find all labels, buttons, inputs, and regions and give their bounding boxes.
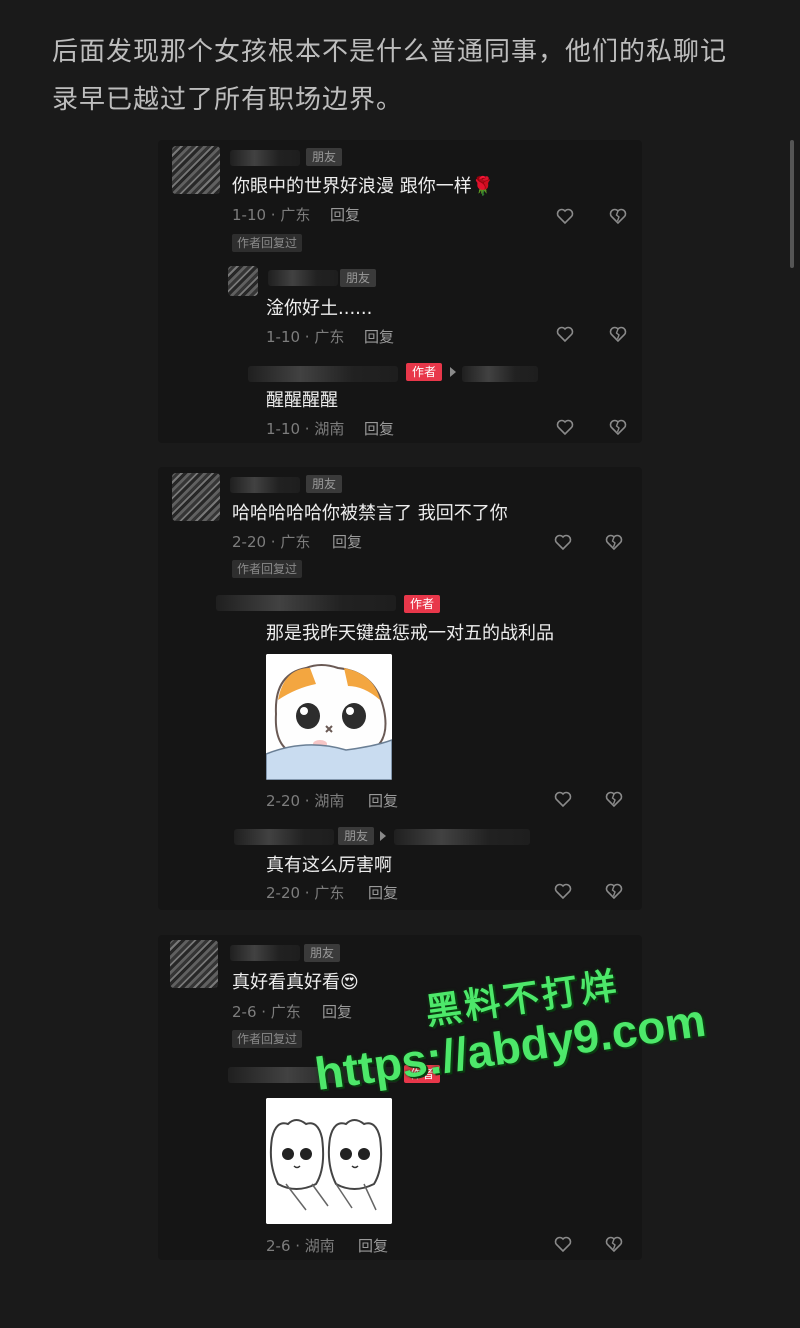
author-replied-badge: 作者回复过: [232, 560, 303, 578]
avatar[interactable]: [228, 266, 258, 296]
heart-icon[interactable]: [553, 1234, 573, 1254]
comment-text: 真好看真好看😍: [232, 972, 359, 993]
heart-icon[interactable]: [553, 789, 573, 809]
friend-tag: 朋友: [340, 269, 377, 287]
reply-text: 那是我昨天键盘惩戒一对五的战利品: [266, 623, 554, 644]
reply-text: 真有这么厉害啊: [266, 855, 392, 876]
intro-text: 后面发现那个女孩根本不是什么普通同事，他们的私聊记录早已越过了所有职场边界。: [52, 37, 728, 115]
friend-tag: 朋友: [306, 475, 343, 493]
sticker-image[interactable]: [266, 654, 392, 780]
heart-icon[interactable]: [555, 417, 575, 437]
username-blurred[interactable]: [234, 829, 334, 845]
broken-heart-icon[interactable]: [604, 881, 624, 901]
reply-button[interactable]: 回复: [364, 418, 394, 439]
username-blurred[interactable]: [230, 477, 300, 493]
reply-meta: 2-6 · 湖南: [266, 1237, 335, 1255]
username-blurred[interactable]: [268, 270, 338, 286]
heart-icon[interactable]: [555, 324, 575, 344]
heart-icon[interactable]: [553, 881, 573, 901]
reply-text: 淦你好土......: [266, 298, 373, 319]
play-arrow-icon: [450, 367, 456, 377]
reply-button[interactable]: 回复: [368, 790, 398, 811]
reply-button[interactable]: 回复: [368, 882, 398, 903]
username-blurred[interactable]: [216, 595, 396, 611]
author-replied-badge: 作者回复过: [232, 1030, 303, 1048]
comment-text: 你眼中的世界好浪漫 跟你一样🌹: [232, 176, 495, 197]
broken-heart-icon[interactable]: [604, 1234, 624, 1254]
reply-meta: 2-20 · 湖南: [266, 792, 345, 810]
avatar[interactable]: [172, 473, 220, 521]
comment-meta: 1-10 · 广东: [232, 206, 311, 224]
username-blurred[interactable]: [248, 366, 398, 382]
reply-meta: 1-10 · 广东: [266, 328, 345, 346]
comment-thread: 朋友 真好看真好看😍 2-6 · 广东 回复 作者回复过 作者 2-6 · 湖南…: [158, 935, 642, 1260]
author-tag: 作者: [404, 595, 441, 613]
reply-button[interactable]: 回复: [364, 326, 394, 347]
comment-card: 朋友 真好看真好看😍 2-6 · 广东 回复 作者回复过 作者 2-6 · 湖南…: [158, 935, 642, 1260]
reply-meta: 1-10 · 湖南: [266, 420, 345, 438]
comment-meta: 2-20 · 广东: [232, 533, 311, 551]
broken-heart-icon[interactable]: [608, 417, 628, 437]
broken-heart-icon[interactable]: [604, 789, 624, 809]
reply-button[interactable]: 回复: [358, 1235, 388, 1256]
comment-thread: 朋友 哈哈哈哈哈你被禁言了 我回不了你 2-20 · 广东 回复 作者回复过 作…: [158, 467, 642, 910]
broken-heart-icon[interactable]: [604, 532, 624, 552]
comment-thread: 朋友 你眼中的世界好浪漫 跟你一样🌹 1-10 · 广东 回复 作者回复过 朋友…: [158, 140, 642, 443]
reply-button[interactable]: 回复: [322, 1001, 352, 1022]
heart-icon[interactable]: [553, 532, 573, 552]
friend-tag: 朋友: [306, 148, 343, 166]
broken-heart-icon[interactable]: [608, 324, 628, 344]
play-arrow-icon: [380, 831, 386, 841]
author-tag: 作者: [404, 1065, 441, 1083]
heart-icon[interactable]: [555, 206, 575, 226]
comment-text: 哈哈哈哈哈你被禁言了 我回不了你: [232, 503, 508, 524]
avatar[interactable]: [170, 940, 218, 988]
broken-heart-icon[interactable]: [608, 206, 628, 226]
username-blurred[interactable]: [230, 945, 300, 961]
username-blurred[interactable]: [394, 829, 530, 845]
reply-button[interactable]: 回复: [330, 204, 360, 225]
friend-tag: 朋友: [304, 944, 341, 962]
comment-card: 朋友 哈哈哈哈哈你被禁言了 我回不了你 2-20 · 广东 回复 作者回复过 作…: [158, 467, 642, 910]
reply-text: 醒醒醒醒: [266, 390, 338, 411]
username-blurred[interactable]: [230, 150, 300, 166]
author-tag: 作者: [406, 363, 443, 381]
avatar[interactable]: [172, 146, 220, 194]
username-blurred[interactable]: [462, 366, 538, 382]
username-blurred[interactable]: [228, 1067, 398, 1083]
sticker-image[interactable]: [266, 1098, 392, 1224]
reply-button[interactable]: 回复: [332, 531, 362, 552]
reply-meta: 2-20 · 广东: [266, 884, 345, 902]
scrollbar[interactable]: [790, 140, 794, 268]
author-replied-badge: 作者回复过: [232, 234, 303, 252]
comment-card: 朋友 你眼中的世界好浪漫 跟你一样🌹 1-10 · 广东 回复 作者回复过 朋友…: [158, 140, 642, 443]
comment-meta: 2-6 · 广东: [232, 1003, 301, 1021]
friend-tag: 朋友: [338, 827, 375, 845]
